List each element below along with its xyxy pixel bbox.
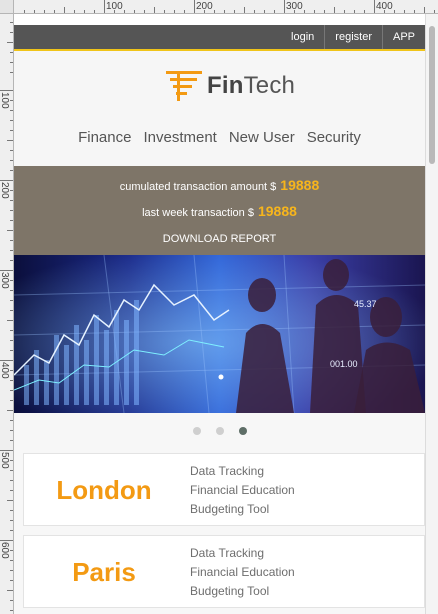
nav-item-investment[interactable]: Investment [143, 129, 216, 146]
logo-wordmark: FinTech [207, 72, 295, 100]
horizontal-ruler: 100 200 300 400 [0, 0, 438, 14]
ruler-label-y: 100 [0, 92, 10, 109]
ruler-label-x: 200 [196, 1, 213, 12]
carousel-dot-active[interactable] [238, 427, 247, 435]
ruler-label-y: 300 [0, 272, 10, 289]
hero-banner-image[interactable]: 45.37 001.00 [14, 255, 425, 413]
cumulated-amount-line: cumulated transaction amount $19888 [14, 172, 425, 198]
transaction-stats: cumulated transaction amount $19888 last… [14, 166, 425, 255]
feature-item: Financial Education [190, 565, 295, 579]
ruler-label-y: 200 [0, 182, 10, 199]
last-week-amount-value: 19888 [257, 203, 297, 219]
ruler-label-y: 400 [0, 362, 10, 379]
top-bar: login register APP [14, 25, 425, 51]
logo-text-regular: Tech [243, 72, 296, 99]
city-card-paris[interactable]: Paris Data Tracking Financial Education … [23, 535, 425, 608]
city-card-london[interactable]: London Data Tracking Financial Education… [23, 453, 425, 526]
feature-list: Data Tracking Financial Education Budget… [190, 544, 295, 601]
nav-item-new-user[interactable]: New User [229, 129, 295, 146]
nav-item-finance[interactable]: Finance [78, 129, 131, 146]
header: FinTech [14, 51, 425, 166]
login-link[interactable]: login [281, 25, 324, 49]
banner-ticker-2: 001.00 [330, 359, 358, 369]
feature-list: Data Tracking Financial Education Budget… [190, 462, 295, 519]
fintech-logo[interactable]: FinTech [165, 69, 295, 103]
page-viewport: login register APP FinTech Finance Inves… [14, 25, 425, 614]
download-report-link[interactable]: DOWNLOAD REPORT [14, 226, 425, 252]
register-link[interactable]: register [324, 25, 382, 49]
city-name: Paris [72, 557, 136, 587]
logo-mark-icon [166, 71, 202, 101]
ruler-label-x: 400 [376, 1, 393, 12]
nav-item-security[interactable]: Security [307, 129, 361, 146]
last-week-amount-label: last week transaction $ [142, 207, 254, 219]
banner-ticker-1: 45.37 [354, 299, 377, 309]
logo-text-bold: Fin [207, 72, 244, 99]
scrollbar-thumb[interactable] [429, 26, 435, 164]
cumulated-amount-label: cumulated transaction amount $ [119, 181, 277, 193]
carousel-dot[interactable] [215, 427, 224, 435]
feature-item: Budgeting Tool [190, 584, 270, 598]
main-nav: Finance Investment New User Security [14, 129, 425, 146]
horizontal-ruler-ticks [24, 0, 435, 13]
trading-banner-illustration: 45.37 001.00 [14, 255, 425, 413]
vertical-scrollbar[interactable] [425, 14, 438, 614]
carousel-dot[interactable] [192, 427, 201, 435]
city-name: London [56, 475, 152, 505]
feature-item: Budgeting Tool [190, 502, 270, 516]
vertical-ruler: 100 200 300 400 500 600 [0, 14, 14, 614]
ruler-label-x: 300 [286, 1, 303, 12]
carousel-dots [14, 427, 425, 435]
ruler-label-y: 500 [0, 452, 10, 469]
app-link[interactable]: APP [381, 25, 425, 49]
feature-item: Data Tracking [190, 464, 265, 478]
feature-item: Data Tracking [190, 546, 265, 560]
cumulated-amount-value: 19888 [280, 177, 320, 193]
feature-item: Financial Education [190, 483, 295, 497]
ruler-label-y: 600 [0, 542, 10, 559]
ruler-corner [0, 0, 14, 14]
last-week-amount-line: last week transaction $19888 [14, 198, 425, 224]
ruler-label-x: 100 [106, 1, 123, 12]
